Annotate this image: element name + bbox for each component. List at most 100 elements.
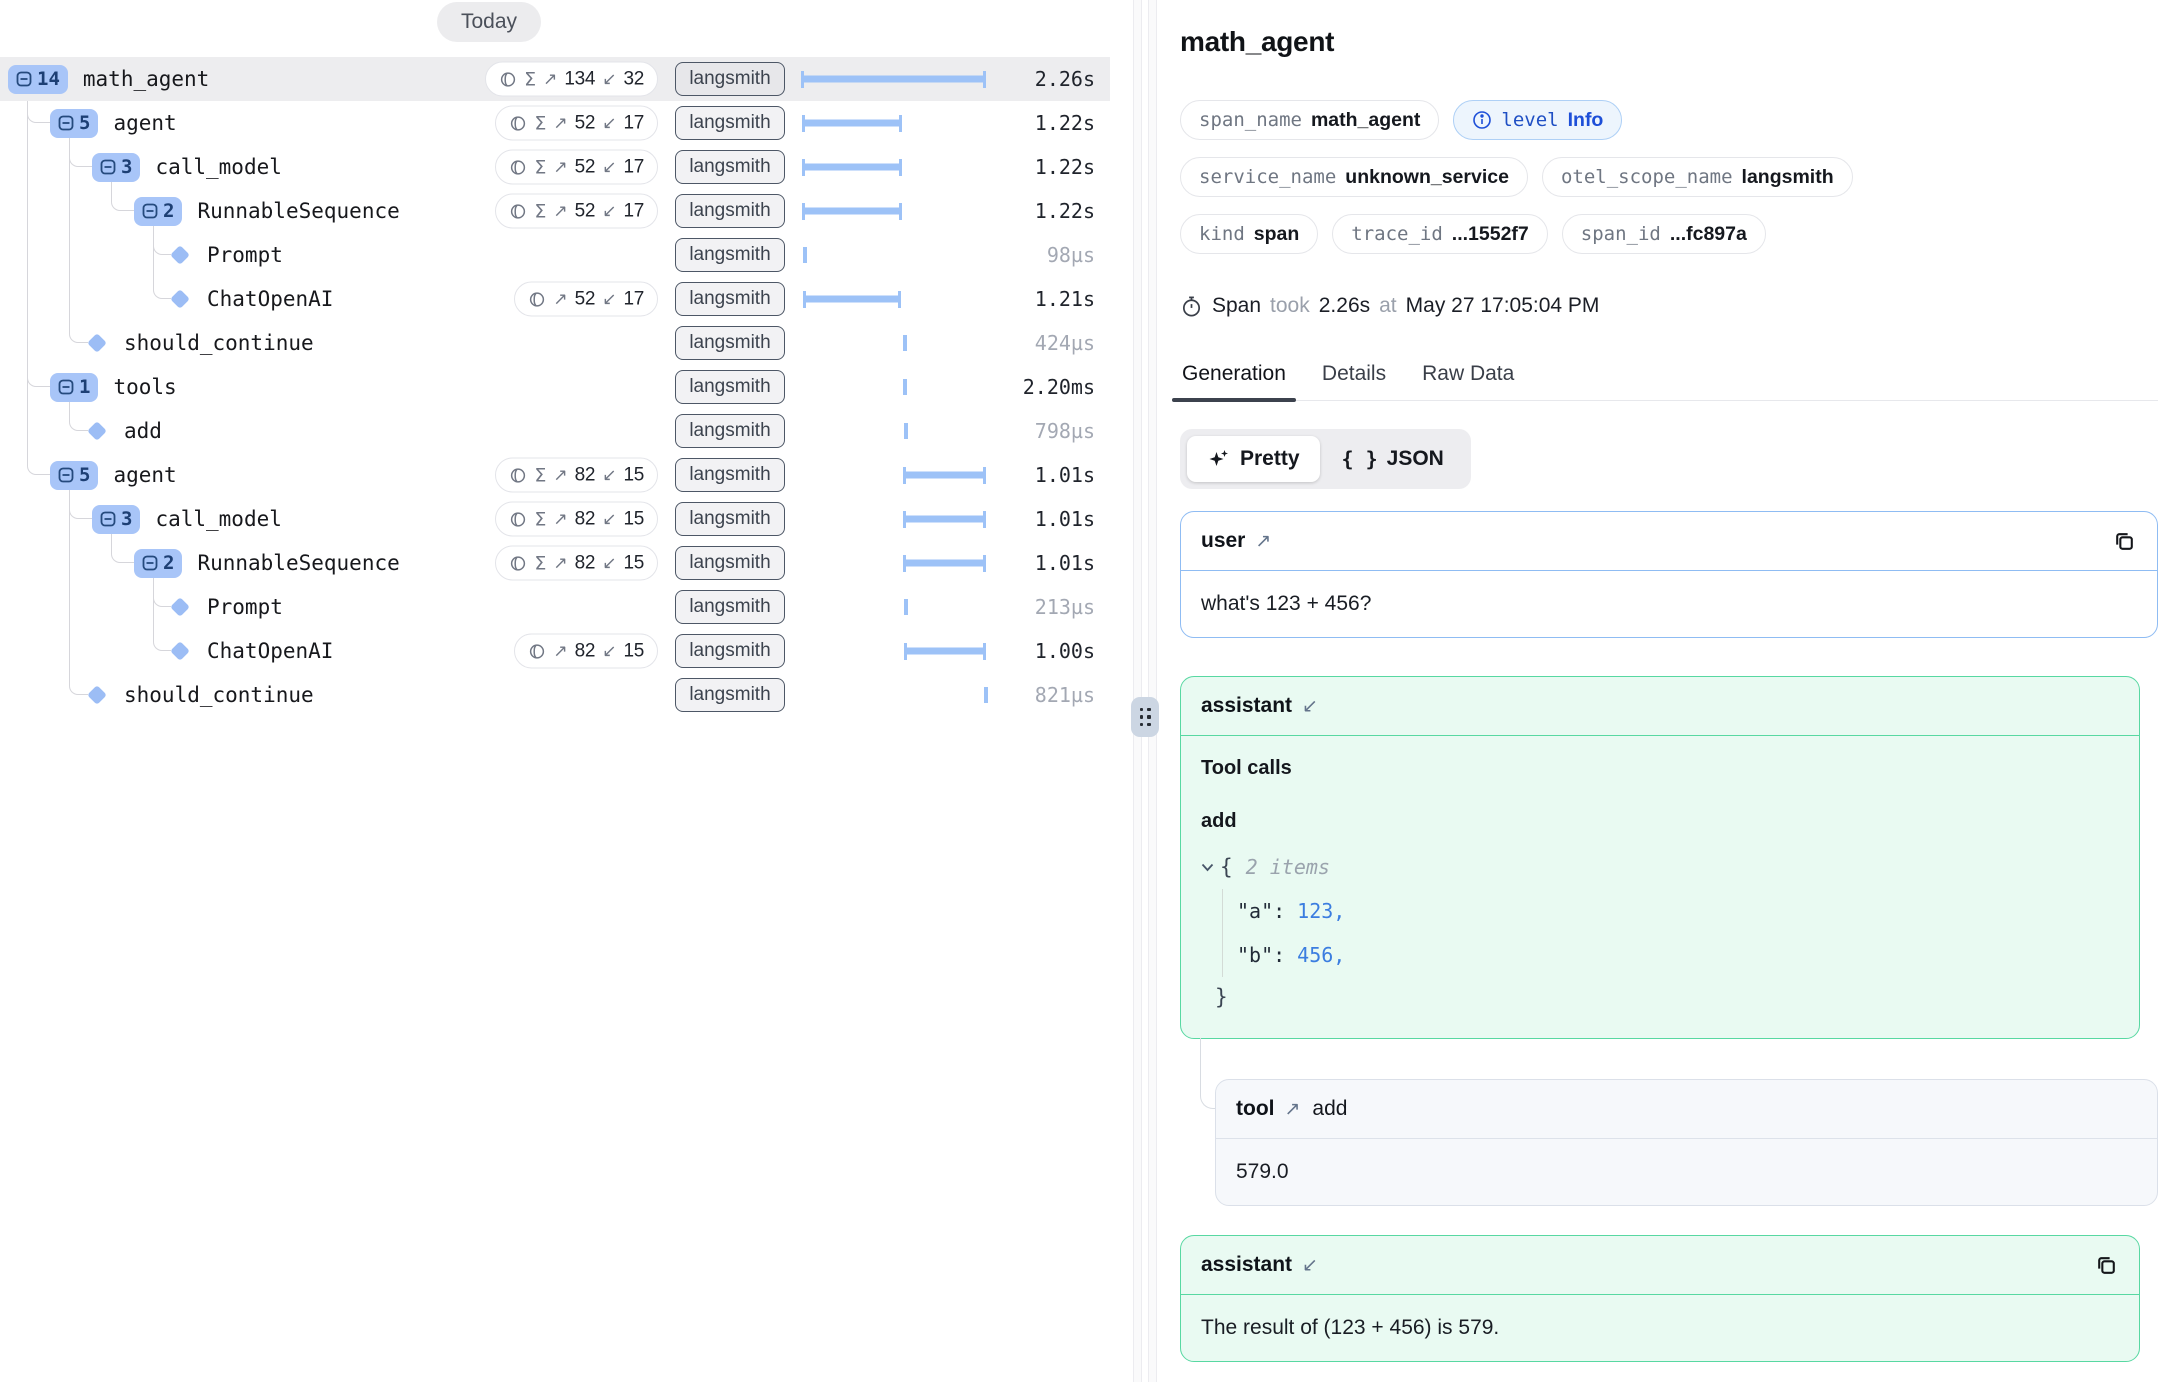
sigma-icon: Σ — [534, 552, 546, 574]
collapse-badge[interactable]: 2 — [134, 197, 182, 226]
table-row[interactable]: ChatOpenAI ↗ 82 ↙ 15 langsmith 1.00s — [0, 629, 1110, 673]
tokens-icon — [528, 642, 546, 660]
provider-badge-langsmith[interactable]: langsmith — [675, 634, 785, 668]
drag-handle-icon[interactable] — [1131, 697, 1159, 737]
json-toggle[interactable]: { } JSON — [1322, 436, 1464, 482]
collapse-minus-icon — [58, 467, 74, 483]
collapse-badge[interactable]: 5 — [50, 109, 98, 138]
provider-badge-langsmith[interactable]: langsmith — [675, 194, 785, 228]
timeline-cell — [802, 497, 985, 541]
tab-generation[interactable]: Generation — [1180, 362, 1288, 400]
provider-badge-langsmith[interactable]: langsmith — [675, 106, 785, 140]
collapse-badge[interactable]: 1 — [50, 373, 98, 402]
table-row[interactable]: ChatOpenAI ↗ 52 ↙ 17 langsmith 1.21s — [0, 277, 1110, 321]
provider-badge-langsmith[interactable]: langsmith — [675, 458, 785, 492]
panel-divider[interactable] — [1127, 0, 1163, 1382]
table-row[interactable]: should_continue langsmith 821µs — [0, 673, 1110, 717]
table-row[interactable]: 5 agent Σ ↗ 52 ↙ 17 langsmith 1.22s — [0, 101, 1110, 145]
json-arg-b: "b": 456, — [1237, 933, 2119, 977]
role-label: tool — [1236, 1097, 1274, 1121]
duration-label: 1.01s — [1035, 551, 1095, 575]
provider-badge-langsmith[interactable]: langsmith — [675, 326, 785, 360]
span-name-label: RunnableSequence — [197, 551, 399, 575]
attr-key: trace_id — [1351, 223, 1443, 245]
token-usage-badge: ↗ 82 ↙ 15 — [514, 634, 658, 669]
table-row[interactable]: 14 math_agent Σ ↗ 134 ↙ 32 langsmith 2.2… — [0, 57, 1110, 101]
tokens-icon — [509, 114, 527, 132]
table-row[interactable]: Prompt langsmith 98µs — [0, 233, 1110, 277]
took-duration: 2.26s — [1319, 294, 1370, 318]
input-tokens: 82 — [575, 464, 596, 486]
detail-tabs: Generation Details Raw Data — [1180, 362, 2158, 401]
collapse-minus-icon — [100, 511, 116, 527]
output-arrow-icon: ↙ — [602, 641, 616, 661]
timeline-cell — [802, 541, 985, 585]
tokens-icon — [499, 70, 517, 88]
provider-badge-langsmith[interactable]: langsmith — [675, 370, 785, 404]
format-toggle: Pretty { } JSON — [1180, 429, 1471, 489]
table-row[interactable]: 3 call_model Σ ↗ 82 ↙ 15 langsmith 1.01s — [0, 497, 1110, 541]
span-detail-panel: math_agent span_name math_agent level In… — [1163, 0, 2172, 1382]
provider-badge-langsmith[interactable]: langsmith — [675, 282, 785, 316]
attr-key: span_name — [1199, 109, 1302, 131]
attr-value: ...1552f7 — [1452, 223, 1529, 246]
provider-badge-langsmith[interactable]: langsmith — [675, 150, 785, 184]
collapse-badge[interactable]: 3 — [92, 505, 140, 534]
json-label: JSON — [1387, 447, 1444, 471]
table-row[interactable]: 2 RunnableSequence Σ ↗ 82 ↙ 15 langsmith… — [0, 541, 1110, 585]
chevron-down-icon[interactable] — [1201, 863, 1214, 872]
span-name-label: math_agent — [83, 67, 209, 91]
copy-button[interactable] — [2112, 529, 2137, 554]
date-pill[interactable]: Today — [437, 2, 541, 42]
table-row[interactable]: 2 RunnableSequence Σ ↗ 52 ↙ 17 langsmith… — [0, 189, 1110, 233]
input-tokens: 52 — [575, 112, 596, 134]
message-body: 579.0 — [1216, 1139, 2157, 1205]
timeline-bar — [803, 120, 901, 127]
sigma-icon: Σ — [534, 508, 546, 530]
inbound-arrow-icon: ↙ — [1302, 695, 1318, 718]
provider-badge-langsmith[interactable]: langsmith — [675, 590, 785, 624]
duration-label: 798µs — [1035, 419, 1095, 443]
attr-value: ...fc897a — [1670, 223, 1747, 246]
stopwatch-icon — [1180, 295, 1203, 318]
attr-key: span_id — [1581, 223, 1661, 245]
collapse-badge[interactable]: 14 — [8, 65, 68, 94]
message-header: user ↗ — [1181, 512, 2157, 571]
items-count-label: 2 items — [1246, 855, 1330, 879]
collapse-badge[interactable]: 3 — [92, 153, 140, 182]
table-row[interactable]: 1 tools langsmith 2.20ms — [0, 365, 1110, 409]
provider-badge-langsmith[interactable]: langsmith — [675, 502, 785, 536]
output-arrow-icon: ↙ — [602, 553, 616, 573]
collapse-badge[interactable]: 5 — [50, 461, 98, 490]
took-prefix: Span — [1212, 294, 1261, 318]
message-body: what's 123 + 456? — [1181, 571, 2157, 637]
table-row[interactable]: should_continue langsmith 424µs — [0, 321, 1110, 365]
table-row[interactable]: Prompt langsmith 213µs — [0, 585, 1110, 629]
provider-badge-langsmith[interactable]: langsmith — [675, 678, 785, 712]
duration-label: 821µs — [1035, 683, 1095, 707]
timeline-bar — [904, 472, 985, 479]
table-row[interactable]: add langsmith 798µs — [0, 409, 1110, 453]
tokens-icon — [509, 554, 527, 572]
table-row[interactable]: 3 call_model Σ ↗ 52 ↙ 17 langsmith 1.22s — [0, 145, 1110, 189]
span-name-label: call_model — [155, 507, 281, 531]
tab-details[interactable]: Details — [1320, 362, 1388, 400]
provider-badge-langsmith[interactable]: langsmith — [675, 238, 785, 272]
pretty-toggle[interactable]: Pretty — [1187, 436, 1320, 482]
attr-pill-span-name: span_name math_agent — [1180, 100, 1439, 140]
token-usage-badge: Σ ↗ 52 ↙ 17 — [495, 106, 658, 141]
copy-button[interactable] — [2094, 1253, 2119, 1278]
collapse-minus-icon — [58, 115, 74, 131]
output-arrow-icon: ↙ — [602, 289, 616, 309]
tab-raw-data[interactable]: Raw Data — [1420, 362, 1516, 400]
duration-label: 1.01s — [1035, 463, 1095, 487]
attr-key: service_name — [1199, 166, 1336, 188]
table-row[interactable]: 5 agent Σ ↗ 82 ↙ 15 langsmith 1.01s — [0, 453, 1110, 497]
provider-badge-langsmith[interactable]: langsmith — [675, 414, 785, 448]
duration-label: 1.22s — [1035, 111, 1095, 135]
output-arrow-icon: ↙ — [602, 113, 616, 133]
role-label: assistant — [1201, 1253, 1292, 1277]
provider-badge-langsmith[interactable]: langsmith — [675, 62, 785, 96]
collapse-badge[interactable]: 2 — [134, 549, 182, 578]
provider-badge-langsmith[interactable]: langsmith — [675, 546, 785, 580]
